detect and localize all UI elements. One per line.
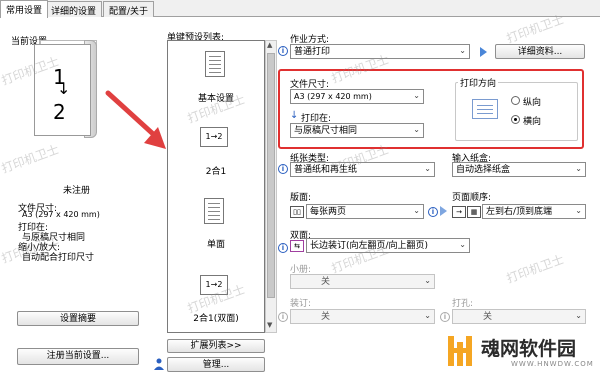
brand-url: WWW.HNWDW.COM — [511, 360, 594, 368]
chevron-down-icon: ⌄ — [459, 46, 466, 55]
paper-source-select[interactable]: 自动选择纸盒 ⌄ — [452, 162, 586, 177]
stapling-label: 装订: — [290, 299, 312, 309]
page-order-value: 左到右/顶到底端 — [486, 207, 553, 217]
page-order-select[interactable]: 左到右/顶到底端 ⌄ — [482, 204, 586, 219]
landscape-page-icon — [472, 99, 498, 119]
landscape-radio[interactable] — [511, 115, 520, 124]
scroll-down-icon[interactable]: ▼ — [267, 321, 272, 329]
chevron-down-icon: ⌄ — [575, 311, 582, 320]
tab-config-about[interactable]: 配置/关于 — [103, 1, 155, 17]
info-icon: i — [278, 312, 288, 322]
portrait-radio[interactable] — [511, 96, 520, 105]
chevron-down-icon: ⌄ — [575, 164, 582, 173]
chevron-down-icon: ⌄ — [575, 206, 582, 215]
info-icon[interactable]: i — [428, 207, 438, 217]
chevron-down-icon: ⌄ — [424, 164, 431, 173]
info-icon: i — [440, 312, 450, 322]
chevron-down-icon: ⌄ — [424, 276, 431, 285]
layout-value: 每张两页 — [310, 207, 347, 217]
page-order-grid-icon: ▦ — [467, 206, 481, 218]
preset-item-2in1[interactable]: 2合1 — [168, 164, 264, 177]
brand-name: 魂网软件园 — [481, 338, 577, 360]
chevron-down-icon: ⌄ — [413, 206, 420, 215]
output-method-value: 普通打印 — [294, 47, 331, 57]
brand-logo: 魂网软件园 WWW.HNWDW.COM — [447, 330, 597, 374]
layout-label: 版面: — [290, 193, 312, 203]
layout-select[interactable]: 每张两页 ⌄ — [306, 204, 424, 219]
stapling-select[interactable]: 关 ⌄ — [290, 309, 435, 324]
page-order-icon: → — [452, 206, 466, 218]
page-order-label: 页面顺序: — [452, 193, 492, 203]
page-size-value: A3 (297 x 420 mm) — [294, 92, 372, 101]
profile-name: 未注册 — [63, 186, 91, 196]
chevron-down-icon: ⌄ — [424, 311, 431, 320]
booklet-select[interactable]: 关 ⌄ — [290, 274, 435, 289]
info-icon[interactable]: i — [278, 243, 288, 253]
scrollbar-thumb[interactable] — [267, 53, 275, 298]
summary-line: A3 (297 x 420 mm) — [22, 210, 100, 219]
portrait-label: 纵向 — [523, 98, 542, 108]
tab-common-settings[interactable]: 常用设置 — [0, 0, 49, 18]
document-icon — [205, 51, 225, 77]
preset-list-scrollbar[interactable]: ▲ ▼ — [265, 40, 277, 333]
register-current-settings-button[interactable]: 注册当前设置... — [17, 348, 139, 365]
preset-item-single-sided[interactable]: 单面 — [168, 237, 264, 250]
duplex-binding-icon: ⇆ — [290, 240, 304, 252]
output-size-value: 与原稿尺寸相同 — [294, 126, 358, 136]
booklet-value: 关 — [321, 277, 331, 287]
two-in-one-icon: 1→2 — [200, 127, 228, 147]
expand-list-button[interactable]: 扩展列表>> — [167, 339, 265, 353]
chevron-down-icon: ⌄ — [459, 240, 466, 249]
punch-label: 打孔: — [452, 299, 474, 309]
preview-page-2: 2 — [53, 100, 66, 124]
tab-detailed-settings[interactable]: 详细的设置 — [45, 1, 103, 17]
document-icon — [204, 198, 224, 224]
brand-mark-icon — [448, 336, 472, 366]
chevron-down-icon: ⌄ — [413, 125, 420, 134]
punch-select[interactable]: 关 ⌄ — [452, 309, 586, 324]
arrow-down-icon: ↓ — [57, 79, 71, 98]
settings-summary-button[interactable]: 设置摘要 — [17, 311, 139, 326]
orientation-label: 打印方向 — [458, 76, 499, 89]
down-arrow-icon: ↓ — [290, 110, 299, 121]
punch-value: 关 — [483, 312, 493, 322]
info-icon[interactable]: i — [278, 46, 288, 56]
manage-button[interactable]: 管理... — [167, 357, 265, 372]
output-size-select[interactable]: 与原稿尺寸相同 ⌄ — [290, 123, 424, 138]
chevron-down-icon: ⌄ — [413, 91, 420, 100]
scroll-up-icon[interactable]: ▲ — [267, 41, 272, 49]
details-button[interactable]: 详细资料... — [495, 44, 585, 59]
preset-item-2in1-duplex[interactable]: 2合1(双面) — [168, 311, 264, 324]
play-arrow-icon — [440, 206, 447, 216]
paper-source-value: 自动选择纸盒 — [456, 165, 511, 175]
stapling-value: 关 — [321, 312, 331, 322]
tab-bar: 常用设置 详细的设置 配置/关于 — [0, 0, 600, 18]
info-icon[interactable]: i — [278, 164, 288, 174]
landscape-label: 横向 — [523, 117, 542, 127]
page-size-select[interactable]: A3 (297 x 420 mm) ⌄ — [290, 89, 424, 104]
annotation-arrow-icon — [105, 90, 166, 149]
user-icon — [154, 358, 164, 370]
play-arrow-icon — [480, 47, 487, 57]
two-page-layout-icon: ▯▯ — [290, 206, 304, 218]
